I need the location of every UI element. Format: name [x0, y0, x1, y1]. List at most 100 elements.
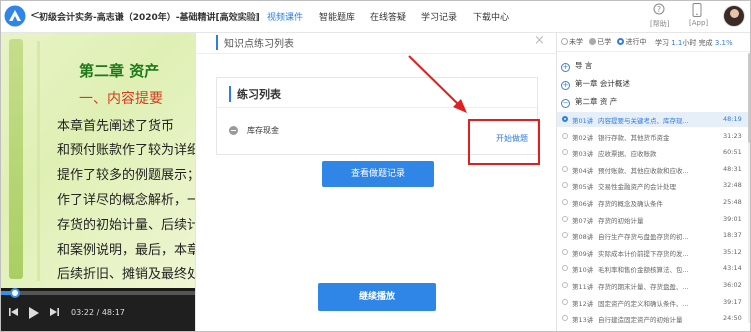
lesson-status-icon — [562, 282, 568, 288]
panel-divider — [557, 51, 750, 52]
close-icon[interactable]: × — [534, 33, 545, 48]
previous-icon[interactable] — [9, 307, 19, 320]
practice-list-heading: 练习列表 — [229, 86, 281, 102]
lesson-status-icon — [562, 298, 568, 305]
legend-learned: 已学 — [597, 38, 612, 46]
lesson-number: 第10讲 — [572, 266, 594, 275]
lesson-item[interactable]: 第08讲 自行生产存货与盘盈存货的初... 18:37 — [557, 228, 748, 243]
expand-icon[interactable]: + — [561, 63, 570, 72]
study-stats: 学习 1.1小时 完成 3.1% — [655, 38, 733, 48]
lesson-item[interactable]: 第01讲 内容提要与关键考点、库存现... 48:19 — [557, 112, 748, 127]
collapse-icon[interactable] — [229, 126, 238, 135]
lesson-item[interactable]: 第03讲 应收票据、应收账款 60:51 — [557, 145, 748, 160]
start-practice-button[interactable]: 开始做题 — [496, 133, 528, 144]
lesson-number: 第04讲 — [572, 166, 594, 175]
practice-list-dialog: 知识点练习列表 × 练习列表 库存现金 开始做题 查看做题记录 继续播放 — [195, 33, 557, 331]
study-time-unit: 小时 — [682, 39, 697, 47]
lesson-duration: 39:01 — [723, 214, 742, 223]
legend-not-learned: 未学 — [569, 38, 583, 46]
completion-value: 3.1% — [714, 39, 733, 47]
lesson-item[interactable]: 第05讲 交易性金融资产的会计处理 32:48 — [557, 178, 748, 193]
lesson-title: 存货的期末计量、存货盘盈、... — [598, 283, 689, 291]
tab-smart-question-bank[interactable]: 智能题库 — [319, 10, 355, 23]
lesson-item[interactable]: 第11讲 存货的期末计量、存货盘盈、... 36:02 — [557, 278, 748, 293]
lesson-item[interactable]: 第06讲 存货的概念及确认条件 25:48 — [557, 195, 748, 210]
continue-playing-button[interactable]: 继续播放 — [318, 283, 436, 311]
lesson-duration: 48:31 — [723, 164, 742, 173]
slide-line: 和案例说明，最后，本章 — [57, 243, 195, 258]
lesson-duration: 25:48 — [723, 198, 742, 206]
lesson-item[interactable]: 第09讲 实际成本计价前提下存货的发... 35:12 — [557, 245, 748, 260]
lesson-number: 第12讲 — [572, 299, 594, 308]
next-icon[interactable] — [49, 307, 59, 320]
lesson-item[interactable]: 第10讲 毛利率和售价金额核算法、包... 43:14 — [557, 261, 748, 276]
in-progress-icon — [617, 38, 625, 45]
lesson-status-icon — [562, 232, 568, 239]
lesson-duration: 18:37 — [723, 231, 742, 240]
lesson-number: 第01讲 — [572, 117, 594, 125]
lesson-status-icon — [562, 149, 568, 156]
tab-online-qa[interactable]: 在线答疑 — [370, 10, 406, 23]
slide-line: 后续折旧、摊销及最终处 — [57, 267, 195, 282]
play-icon[interactable] — [29, 307, 39, 322]
avatar[interactable] — [723, 5, 745, 27]
completion-label: 完成 — [698, 39, 713, 47]
help-icon[interactable]: ? — [649, 3, 669, 18]
lesson-title: 自行建造固定资产的初始计量 — [598, 316, 683, 325]
tab-download-center[interactable]: 下载中心 — [473, 10, 509, 23]
app-label[interactable]: [App] — [689, 19, 708, 27]
lesson-number: 第13讲 — [572, 316, 594, 325]
slide-chapter-title: 第二章 资产 — [79, 62, 160, 80]
svg-text:?: ? — [657, 5, 661, 14]
lesson-title: 银行存款、其他货币资金 — [598, 133, 670, 142]
practice-item-label: 库存现金 — [247, 126, 279, 135]
slide-decoration — [9, 39, 23, 279]
course-outline-panel: 未学 已学 进行中 学习 1.1小时 完成 3.1% + 导 言 + 第一章 会计概… — [557, 33, 750, 331]
legend-in-progress: 进行中 — [625, 38, 647, 46]
help-label[interactable]: [帮助] — [650, 19, 669, 29]
lesson-item[interactable]: 第04讲 预付账款、其他应收款和应收... 48:31 — [557, 162, 748, 177]
tab-video-courseware[interactable]: 视频课件 — [267, 10, 303, 23]
section-chapter-2[interactable]: − 第二章 资 产 — [561, 96, 617, 108]
lesson-number: 第06讲 — [572, 200, 594, 208]
app-window: < 初级会计实务-高志谦（2020年）-基础精讲[高效实验] [进度] 视频课件… — [0, 0, 751, 332]
lesson-number: 第07讲 — [572, 216, 594, 225]
slide-line: 作了详尽的概念解析，一 — [57, 193, 195, 208]
lesson-title: 实际成本计价前提下存货的发... — [598, 249, 689, 258]
lesson-number: 第09讲 — [572, 249, 594, 258]
lesson-duration: 48:19 — [723, 115, 742, 123]
seek-bar[interactable] — [1, 288, 195, 298]
section-chapter-1[interactable]: + 第一章 会计概述 — [561, 78, 630, 90]
collapse-icon[interactable]: − — [561, 99, 570, 108]
study-time-value: 1.1 — [671, 39, 683, 47]
video-player[interactable]: 第二章 资产 一、内容提要 本章首先阐述了货币 和预付账款作了较为详细 提作了较… — [1, 33, 195, 331]
section-introduction[interactable]: + 导 言 — [561, 60, 592, 72]
lesson-item[interactable]: 第12讲 固定资产的定义和确认条件、... 39:17 — [557, 295, 748, 310]
lesson-status-icon — [562, 215, 568, 222]
lesson-title: 固定资产的定义和确认条件、... — [598, 299, 689, 308]
lesson-status-icon — [562, 265, 568, 272]
section-label: 第一章 会计概述 — [575, 79, 630, 88]
tab-study-records[interactable]: 学习记录 — [421, 10, 457, 23]
lesson-title: 毛利率和售价金额核算法、包... — [598, 266, 689, 275]
logo-icon — [4, 5, 26, 27]
view-records-button[interactable]: 查看做题记录 — [322, 161, 434, 187]
lesson-number: 第11讲 — [572, 283, 594, 291]
phone-icon[interactable] — [687, 3, 707, 20]
section-label: 导 言 — [575, 61, 593, 70]
lesson-number: 第03讲 — [572, 150, 594, 159]
lesson-duration: 43:14 — [723, 264, 742, 273]
lesson-item[interactable]: 第13讲 自行建造固定资产的初始计量 24:50 — [557, 311, 748, 326]
dialog-divider — [196, 53, 556, 54]
lesson-item[interactable]: 第07讲 存货的初始计量 39:01 — [557, 212, 748, 227]
lesson-title: 预付账款、其他应收款和应收... — [598, 166, 689, 175]
seek-handle[interactable] — [9, 288, 20, 298]
lesson-number: 第08讲 — [572, 233, 594, 242]
lesson-number: 第05讲 — [572, 183, 594, 192]
expand-icon[interactable]: + — [561, 81, 570, 90]
lesson-duration: 24:50 — [723, 314, 742, 323]
lesson-item[interactable]: 第02讲 银行存款、其他货币资金 31:23 — [557, 129, 748, 144]
lesson-status-icon — [562, 165, 568, 172]
not-learned-icon — [561, 38, 568, 45]
progress-link[interactable]: [进度] — [233, 10, 258, 23]
